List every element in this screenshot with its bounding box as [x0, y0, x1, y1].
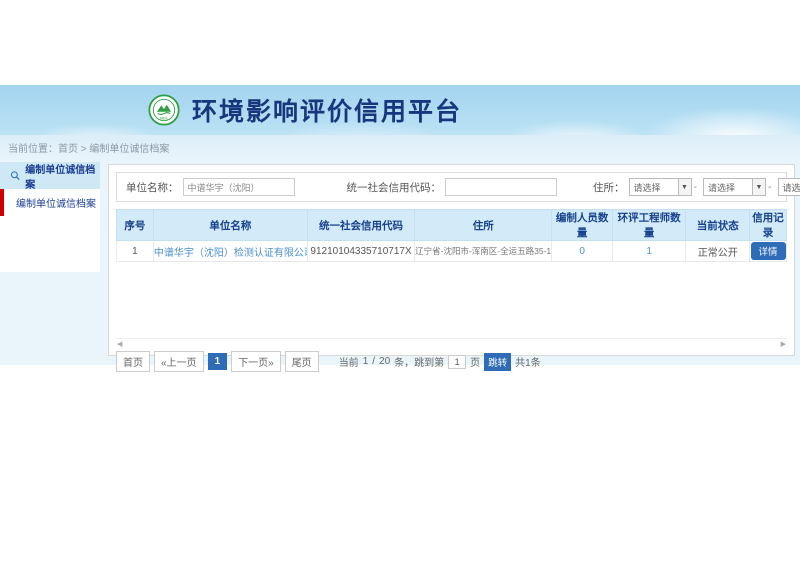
row-credit-code: 91210104335710717X [307, 241, 414, 262]
main-panel: 单位名称： 统一社会信用代码： 住所： 请选择 ▼ - 请选择 ▼ - 请选择 … [108, 164, 795, 356]
col-address: 住所 [415, 210, 552, 241]
row-address: 辽宁省-沈阳市-浑南区-全运五路35-1号楼902 [415, 241, 552, 262]
chevron-down-icon: ▼ [752, 179, 765, 195]
pager-size: 20 [379, 356, 390, 367]
banner: MEE 环境影响评价信用平台 [0, 85, 800, 135]
row-staff-count[interactable]: 0 [552, 241, 612, 262]
select-separator: - [694, 181, 698, 193]
district-select-value: 请选择 [779, 181, 800, 194]
pager-sep: / [372, 356, 375, 367]
sidebar-item-label: 编制单位诚信档案 [16, 195, 96, 210]
breadcrumb-text: 当前位置：首页 > 编制单位诚信档案 [8, 140, 169, 155]
platform-title: 环境影响评价信用平台 [192, 92, 462, 128]
scroll-right-icon[interactable]: ▶ [781, 340, 786, 348]
next-page-button[interactable]: 下一页» [231, 351, 281, 372]
table-empty-space [116, 262, 787, 338]
select-separator: - [768, 181, 772, 193]
first-page-button[interactable]: 首页 [116, 351, 150, 372]
search-person-icon [10, 170, 20, 181]
table-row: 1 中谱华宇（沈阳）检测认证有限公司 91210104335710717X 辽宁… [117, 241, 787, 262]
pager-unit: 条，跳到第 [394, 354, 444, 369]
detail-button[interactable]: 详情 [751, 242, 786, 260]
breadcrumb: 当前位置：首页 > 编制单位诚信档案 [0, 135, 800, 160]
col-staff-count: 编制人员数量 [552, 210, 612, 241]
table-header-row: 序号 单位名称 统一社会信用代码 住所 编制人员数量 环评工程师数量 当前状态 … [117, 210, 787, 241]
jump-page-input[interactable] [448, 355, 466, 369]
city-select[interactable]: 请选择 ▼ [703, 178, 766, 196]
row-engineer-count[interactable]: 1 [612, 241, 686, 262]
page: MEE 环境影响评价信用平台 当前位置：首页 > 编制单位诚信档案 编制单位诚信… [0, 0, 800, 565]
svg-text:MEE: MEE [160, 116, 168, 120]
unit-name-input[interactable] [183, 178, 295, 196]
content-area: 编制单位诚信档案 编制单位诚信档案 单位名称： 统一社会信用代码： 住所： 请选… [0, 160, 800, 365]
pager-current: 1 [363, 356, 369, 367]
credit-code-input[interactable] [445, 178, 557, 196]
search-form: 单位名称： 统一社会信用代码： 住所： 请选择 ▼ - 请选择 ▼ - 请选择 … [116, 172, 787, 202]
sidebar: 编制单位诚信档案 编制单位诚信档案 [0, 162, 100, 272]
horizontal-scrollbar[interactable]: ◀ ▶ [116, 338, 787, 348]
pagination: 首页 «上一页 1 下一页» 尾页 当前 1 / 20 条，跳到第 页 跳转 共… [116, 351, 787, 372]
results-table: 序号 单位名称 统一社会信用代码 住所 编制人员数量 环评工程师数量 当前状态 … [116, 209, 787, 262]
credit-code-label: 统一社会信用代码： [347, 180, 442, 195]
sidebar-group-header[interactable]: 编制单位诚信档案 [0, 162, 100, 189]
top-white-strip [0, 0, 800, 85]
company-name-link[interactable]: 中谱华宇（沈阳）检测认证有限公司 [154, 248, 308, 259]
col-credit-record: 信用记录 [750, 210, 787, 241]
jump-button[interactable]: 跳转 [484, 353, 511, 371]
sidebar-group-label: 编制单位诚信档案 [25, 161, 100, 191]
col-status: 当前状态 [686, 210, 750, 241]
address-label: 住所： [593, 180, 625, 195]
city-select-value: 请选择 [704, 181, 752, 194]
mee-logo-icon: MEE [148, 94, 180, 126]
unit-name-label: 单位名称： [126, 180, 179, 195]
scroll-left-icon[interactable]: ◀ [117, 340, 122, 348]
district-select[interactable]: 请选择 ▼ [778, 178, 800, 196]
sidebar-item-credit-archive[interactable]: 编制单位诚信档案 [0, 189, 100, 216]
province-select-value: 请选择 [630, 181, 678, 194]
col-credit-code: 统一社会信用代码 [307, 210, 414, 241]
col-index: 序号 [117, 210, 154, 241]
pager-page-word: 页 [470, 354, 480, 369]
pager-total: 共1条 [515, 354, 541, 369]
row-status: 正常公开 [686, 241, 750, 262]
prev-page-button[interactable]: «上一页 [154, 351, 204, 372]
col-unit-name: 单位名称 [153, 210, 307, 241]
page-1-button[interactable]: 1 [208, 353, 228, 370]
chevron-down-icon: ▼ [678, 179, 691, 195]
pagination-info: 当前 1 / 20 条，跳到第 页 跳转 共1条 [337, 353, 543, 371]
row-index: 1 [117, 241, 154, 262]
pager-info-prefix: 当前 [339, 354, 359, 369]
province-select[interactable]: 请选择 ▼ [629, 178, 692, 196]
last-page-button[interactable]: 尾页 [285, 351, 319, 372]
col-engineer-count: 环评工程师数量 [612, 210, 686, 241]
